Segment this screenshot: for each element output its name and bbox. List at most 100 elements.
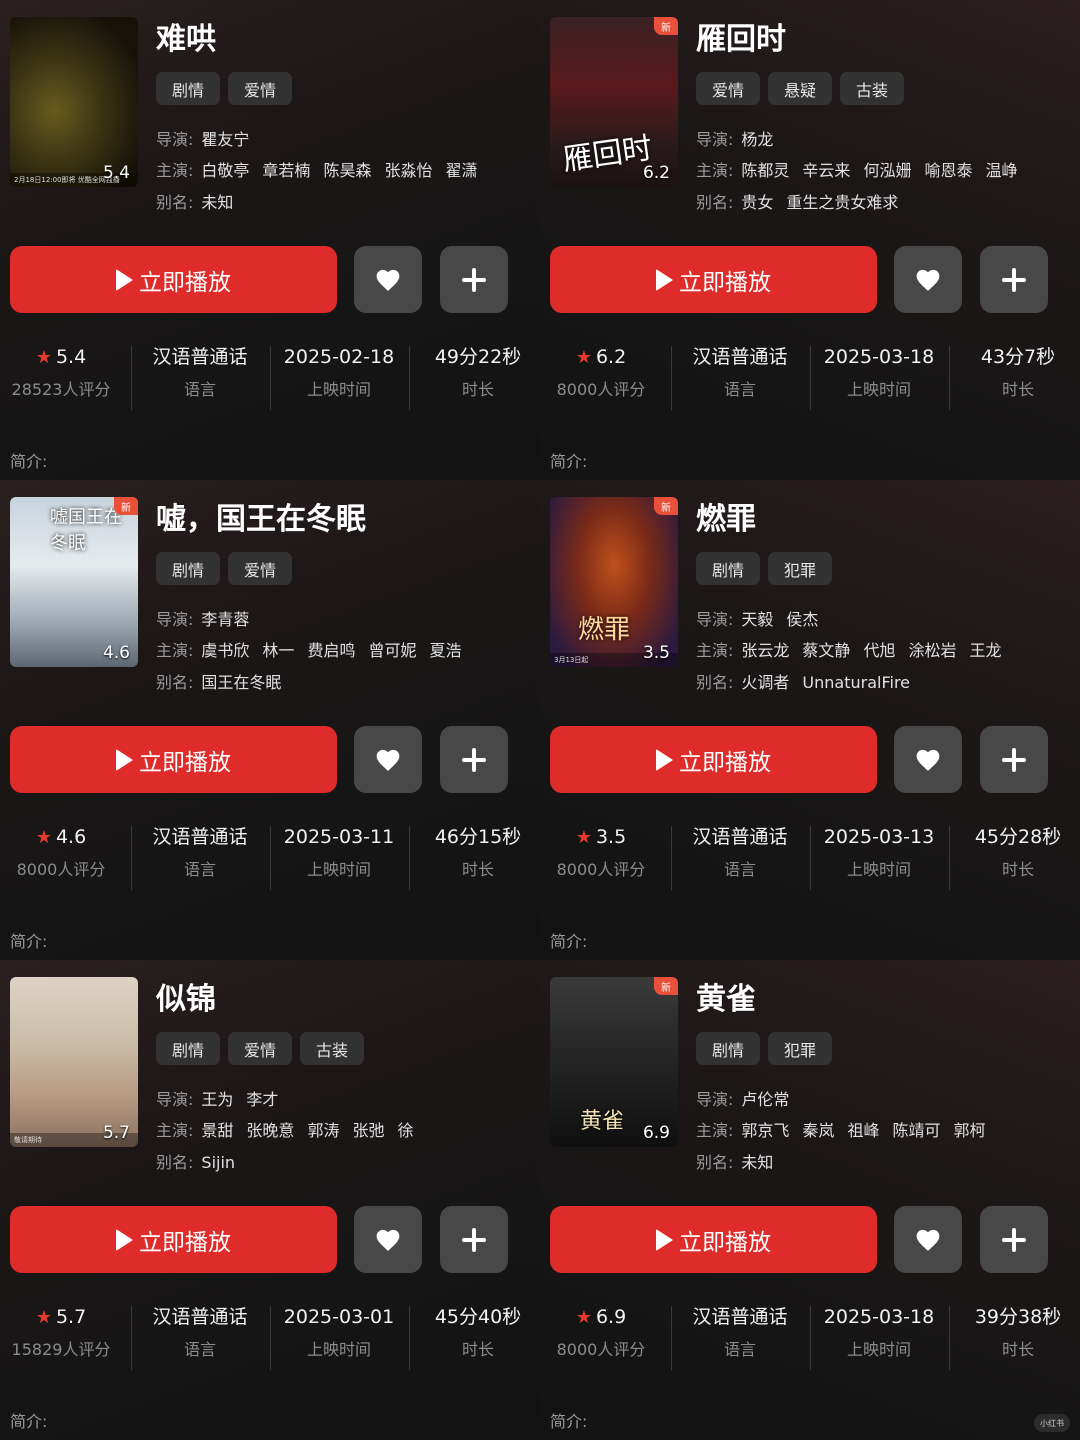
cast-name[interactable]: 温峥 <box>985 161 1017 180</box>
language-value: 汉语普通话 <box>152 826 248 848</box>
play-now-button[interactable]: 立即播放 <box>550 246 877 313</box>
cast-name[interactable]: 代旭 <box>863 641 895 660</box>
genre-tag[interactable]: 犯罪 <box>768 552 833 585</box>
cast-name[interactable]: 秦岚 <box>802 1121 834 1140</box>
alias-row: 别名: Sijin <box>156 1149 248 1173</box>
add-to-list-button[interactable] <box>980 246 1048 313</box>
cast-name[interactable]: 章若楠 <box>262 161 310 180</box>
cast-name[interactable]: 张弛 <box>352 1121 384 1140</box>
add-to-list-button[interactable] <box>980 1206 1048 1273</box>
cast-name[interactable]: 王龙 <box>969 641 1001 660</box>
cast-name[interactable]: 陈昊森 <box>323 161 371 180</box>
director-label: 导演: <box>156 1090 194 1109</box>
cast-name[interactable]: 徐 <box>397 1121 413 1140</box>
director-name[interactable]: 侯杰 <box>786 610 818 629</box>
alias-name[interactable]: UnnaturalFire <box>802 673 910 692</box>
genre-tag[interactable]: 爱情 <box>696 72 761 105</box>
cast-name[interactable]: 郭涛 <box>307 1121 339 1140</box>
genre-tag[interactable]: 悬疑 <box>768 72 833 105</box>
add-to-list-button[interactable] <box>980 726 1048 793</box>
play-now-button[interactable]: 立即播放 <box>550 726 877 793</box>
genre-tag[interactable]: 古装 <box>300 1032 365 1065</box>
add-to-list-button[interactable] <box>440 1206 508 1273</box>
alias-name[interactable]: Sijin <box>201 1153 235 1172</box>
alias-name[interactable]: 国王在冬眠 <box>201 673 281 692</box>
add-to-list-button[interactable] <box>440 726 508 793</box>
play-now-button[interactable]: 立即播放 <box>10 726 337 793</box>
release-value: 2025-03-18 <box>823 346 935 368</box>
director-name[interactable]: 王为 <box>201 1090 233 1109</box>
play-icon <box>656 748 673 771</box>
cast-name[interactable]: 涂松岩 <box>908 641 956 660</box>
release-value: 2025-03-13 <box>823 826 935 848</box>
cast-name[interactable]: 陈都灵 <box>741 161 789 180</box>
genre-tag[interactable]: 爱情 <box>228 552 293 585</box>
show-title[interactable]: 燃罪 <box>696 494 756 538</box>
add-to-list-button[interactable] <box>440 246 508 313</box>
cast-name[interactable]: 费启鸣 <box>307 641 355 660</box>
cast-name[interactable]: 翟潇 <box>445 161 477 180</box>
cast-name[interactable]: 郭京飞 <box>741 1121 789 1140</box>
cast-name[interactable]: 何泓姗 <box>863 161 911 180</box>
poster-image[interactable]: 敬请期待 5.7 <box>10 977 138 1147</box>
cast-name[interactable]: 喻恩泰 <box>924 161 972 180</box>
play-now-button[interactable]: 立即播放 <box>10 1206 337 1273</box>
show-title[interactable]: 难哄 <box>156 14 216 58</box>
cast-name[interactable]: 景甜 <box>201 1121 233 1140</box>
alias-name[interactable]: 未知 <box>201 193 233 212</box>
alias-name[interactable]: 贵女 <box>741 193 773 212</box>
genre-tag[interactable]: 剧情 <box>156 552 221 585</box>
rating-number: 5.7 <box>55 1306 87 1328</box>
director-name[interactable]: 杨龙 <box>741 130 773 149</box>
poster-image[interactable]: 嘘国王在冬眠新 4.6 <box>10 497 138 667</box>
show-title[interactable]: 嘘，国王在冬眠 <box>156 494 366 538</box>
director-name[interactable]: 李才 <box>246 1090 278 1109</box>
play-now-button[interactable]: 立即播放 <box>550 1206 877 1273</box>
show-title[interactable]: 黄雀 <box>696 974 756 1018</box>
alias-name[interactable]: 未知 <box>741 1153 773 1172</box>
favorite-button[interactable] <box>354 1206 422 1273</box>
favorite-button[interactable] <box>894 1206 962 1273</box>
genre-tag[interactable]: 爱情 <box>228 72 293 105</box>
cast-name[interactable]: 祖峰 <box>847 1121 879 1140</box>
cast-name[interactable]: 张云龙 <box>741 641 789 660</box>
genre-tag[interactable]: 犯罪 <box>768 1032 833 1065</box>
poster-image[interactable]: 雁回时新 6.2 <box>550 17 678 187</box>
alias-name[interactable]: 火调者 <box>741 673 789 692</box>
cast-name[interactable]: 张晚意 <box>246 1121 294 1140</box>
poster-image[interactable]: 黄雀 新 6.9 <box>550 977 678 1147</box>
favorite-button[interactable] <box>894 726 962 793</box>
genre-tag[interactable]: 剧情 <box>696 1032 761 1065</box>
favorite-button[interactable] <box>894 246 962 313</box>
director-name[interactable]: 卢伦常 <box>741 1090 789 1109</box>
favorite-button[interactable] <box>354 246 422 313</box>
show-card: 2月18日12:00即将 优酷全网独播 5.4 难哄 剧情 爱情 导演: 瞿友宁 主演: 白敬亭… <box>0 0 540 480</box>
director-name[interactable]: 李青蓉 <box>201 610 249 629</box>
cast-name[interactable]: 陈靖可 <box>892 1121 940 1140</box>
play-now-button[interactable]: 立即播放 <box>10 246 337 313</box>
cast-name[interactable]: 白敬亭 <box>201 161 249 180</box>
favorite-button[interactable] <box>354 726 422 793</box>
cast-name[interactable]: 林一 <box>262 641 294 660</box>
genre-tag[interactable]: 剧情 <box>696 552 761 585</box>
poster-image[interactable]: 2月18日12:00即将 优酷全网独播 5.4 <box>10 17 138 187</box>
genre-tag[interactable]: 剧情 <box>156 1032 221 1065</box>
cast-name[interactable]: 曾可妮 <box>368 641 416 660</box>
cast-name[interactable]: 郭柯 <box>953 1121 985 1140</box>
show-title[interactable]: 似锦 <box>156 974 216 1018</box>
stat-divider <box>409 826 410 890</box>
genre-tag[interactable]: 爱情 <box>228 1032 293 1065</box>
cast-name[interactable]: 蔡文静 <box>802 641 850 660</box>
alias-name[interactable]: 重生之贵女难求 <box>786 193 898 212</box>
cast-name[interactable]: 夏浩 <box>429 641 461 660</box>
cast-name[interactable]: 辛云来 <box>802 161 850 180</box>
director-name[interactable]: 瞿友宁 <box>201 130 249 149</box>
poster-image[interactable]: 燃罪 3月13日起新 3.5 <box>550 497 678 667</box>
cast-name[interactable]: 张淼怡 <box>384 161 432 180</box>
genre-tag[interactable]: 剧情 <box>156 72 221 105</box>
show-title[interactable]: 雁回时 <box>696 14 786 58</box>
director-name[interactable]: 天毅 <box>741 610 773 629</box>
stat-divider <box>671 826 672 890</box>
cast-name[interactable]: 虞书欣 <box>201 641 249 660</box>
genre-tag[interactable]: 古装 <box>840 72 905 105</box>
